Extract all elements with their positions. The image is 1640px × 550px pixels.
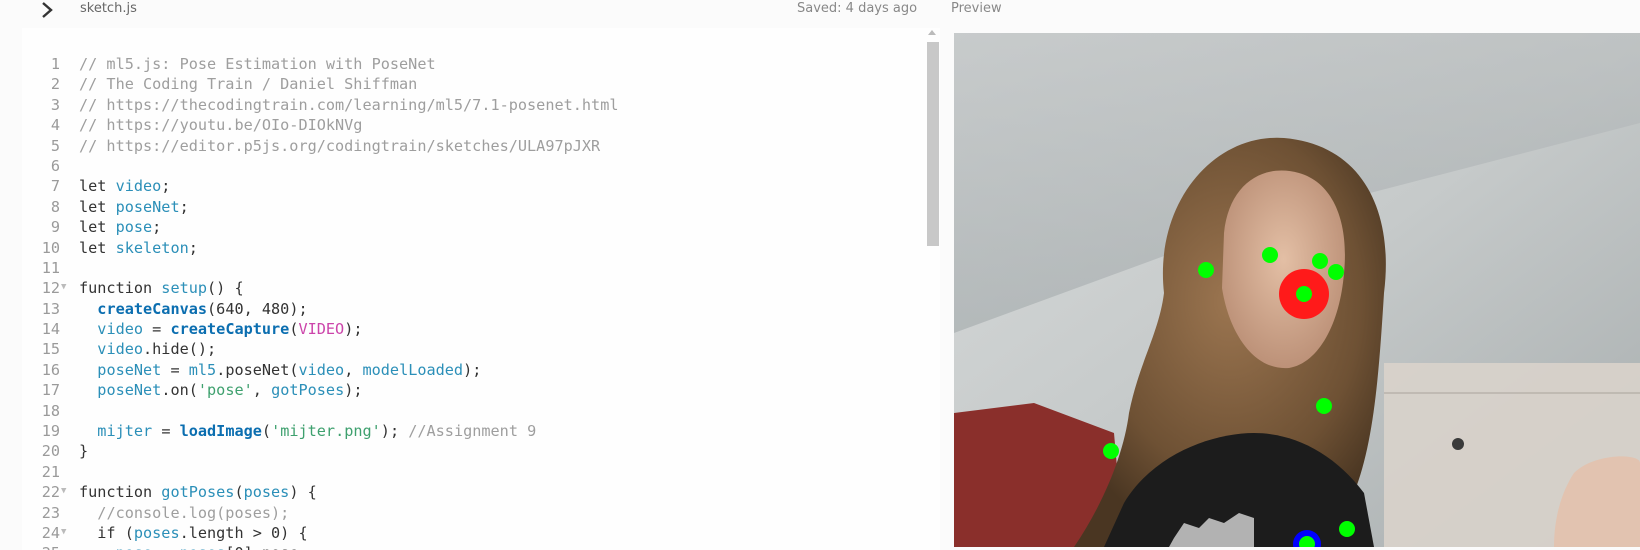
code-lines[interactable]: 1 // ml5.js: Pose Estimation with PoseNet… (22, 54, 922, 550)
line-number: 14 (41, 320, 60, 339)
line-number: 17 (41, 381, 60, 400)
code-line[interactable]: 9 let pose; (22, 217, 922, 237)
keypoint-left-elbow (1339, 521, 1355, 537)
line-number: 2 (50, 75, 60, 94)
code-line[interactable]: 25 pose = poses[0].pose; (22, 543, 922, 550)
code-text: video = createCapture(VIDEO); (97, 320, 363, 339)
code-text: // https://youtu.be/OIo-DIOkNVg (79, 116, 363, 135)
keypoint-left-ear (1328, 264, 1344, 280)
code-text: // The Coding Train / Daniel Shiffman (79, 75, 418, 94)
code-line[interactable]: 10 let skeleton; (22, 238, 922, 258)
code-line[interactable]: 5 // https://editor.p5js.org/codingtrain/… (22, 136, 922, 156)
line-number: 3 (50, 95, 60, 114)
code-text: poseNet = ml5.poseNet(video, modelLoaded… (97, 360, 482, 379)
scroll-up-arrow-icon[interactable] (928, 30, 936, 35)
code-text: createCanvas(640, 480); (97, 299, 308, 318)
line-number: 6 (50, 156, 60, 175)
keypoint-left-eye (1312, 253, 1328, 269)
code-line[interactable]: 22 ▼ function gotPoses(poses) { (22, 482, 922, 502)
line-number: 16 (41, 360, 60, 379)
line-number: 9 (50, 218, 60, 237)
code-text: video.hide(); (97, 340, 217, 359)
line-number: 22 (41, 483, 60, 502)
line-number: 5 (50, 136, 60, 155)
code-text: poseNet.on('pose', gotPoses); (97, 381, 363, 400)
code-line[interactable]: 21 (22, 462, 922, 482)
code-text: let skeleton; (79, 238, 198, 257)
line-number: 18 (41, 401, 60, 420)
line-number: 10 (41, 238, 60, 257)
code-line[interactable]: 17 poseNet.on('pose', gotPoses); (22, 380, 922, 400)
line-number: 23 (41, 503, 60, 522)
line-number: 1 (50, 55, 60, 73)
chevron-right-icon (42, 2, 53, 18)
code-line[interactable]: 4 // https://youtu.be/OIo-DIOkNVg (22, 115, 922, 135)
code-text: // https://thecodingtrain.com/learning/m… (79, 95, 619, 114)
toggle-sidebar-button[interactable] (34, 0, 60, 20)
code-text: let video; (79, 177, 171, 196)
line-number: 7 (50, 177, 60, 196)
code-text: if (poses.length > 0) { (79, 523, 308, 542)
line-number: 11 (41, 258, 60, 277)
code-text: // https://editor.p5js.org/codingtrain/s… (79, 136, 601, 155)
code-line[interactable]: 19 mijter = loadImage('mijter.png'); //A… (22, 421, 922, 441)
preview-canvas[interactable] (954, 33, 1640, 547)
code-line[interactable]: 3 // https://thecodingtrain.com/learning/… (22, 95, 922, 115)
keypoint-right-shoulder (1103, 443, 1119, 459)
line-number: 8 (50, 197, 60, 216)
code-line[interactable]: 14 video = createCapture(VIDEO); (22, 319, 922, 339)
fold-arrow-icon[interactable]: ▼ (61, 481, 66, 501)
code-line[interactable]: 12 ▼ function setup() { (22, 278, 922, 298)
webcam-frame (954, 33, 1640, 547)
editor-scrollbar-thumb[interactable] (927, 42, 939, 246)
code-line[interactable]: 6 (22, 156, 922, 176)
line-number: 25 (22, 543, 60, 550)
code-line[interactable]: 15 video.hide(); (22, 339, 922, 359)
line-number: 12 (41, 279, 60, 298)
line-number: 4 (50, 116, 60, 135)
code-text: pose = poses[0].pose; (79, 543, 308, 550)
line-number: 19 (41, 422, 60, 441)
fold-arrow-icon[interactable]: ▼ (61, 522, 66, 542)
line-number: 20 (41, 442, 60, 461)
code-text: } (79, 442, 89, 461)
code-text: // ml5.js: Pose Estimation with PoseNet (79, 55, 436, 73)
file-name-tab[interactable]: sketch.js (80, 1, 137, 16)
code-text: //console.log(poses); (97, 503, 290, 522)
code-line[interactable]: 11 (22, 258, 922, 278)
keypoint-right-eye (1262, 247, 1278, 263)
code-line[interactable]: 2 // The Coding Train / Daniel Shiffman (22, 74, 922, 94)
code-text: let pose; (79, 218, 162, 237)
code-text: function setup() { (79, 279, 244, 298)
fold-arrow-icon[interactable]: ▼ (61, 277, 66, 297)
code-editor[interactable]: 1 // ml5.js: Pose Estimation with PoseNet… (22, 28, 940, 550)
code-line[interactable]: 7 let video; (22, 176, 922, 196)
preview-label: Preview (951, 1, 1002, 16)
line-number: 21 (41, 462, 60, 481)
keypoint-left-shoulder (1316, 398, 1332, 414)
line-number: 24 (41, 523, 60, 542)
cabinet-knob (1452, 438, 1464, 450)
code-text: let poseNet; (79, 197, 189, 216)
keypoint-nose (1296, 286, 1312, 302)
code-text: function gotPoses(poses) { (79, 483, 317, 502)
code-line[interactable]: 20} (22, 441, 922, 461)
code-line[interactable]: 13 createCanvas(640, 480); (22, 299, 922, 319)
code-line[interactable]: 23 //console.log(poses); (22, 503, 922, 523)
line-number: 13 (41, 299, 60, 318)
code-line[interactable]: 18 (22, 401, 922, 421)
keypoint-right-ear (1198, 262, 1214, 278)
line-number: 15 (41, 340, 60, 359)
code-line[interactable]: 16 poseNet = ml5.poseNet(video, modelLoa… (22, 360, 922, 380)
code-line[interactable]: 1 // ml5.js: Pose Estimation with PoseNet (22, 54, 922, 74)
editor-toolbar: sketch.js Saved: 4 days ago Preview (0, 0, 1640, 28)
code-line[interactable]: 24 ▼ if (poses.length > 0) { (22, 523, 922, 543)
code-text: mijter = loadImage('mijter.png'); //Assi… (97, 422, 537, 441)
code-line[interactable]: 8 let poseNet; (22, 197, 922, 217)
saved-status: Saved: 4 days ago (797, 1, 918, 16)
